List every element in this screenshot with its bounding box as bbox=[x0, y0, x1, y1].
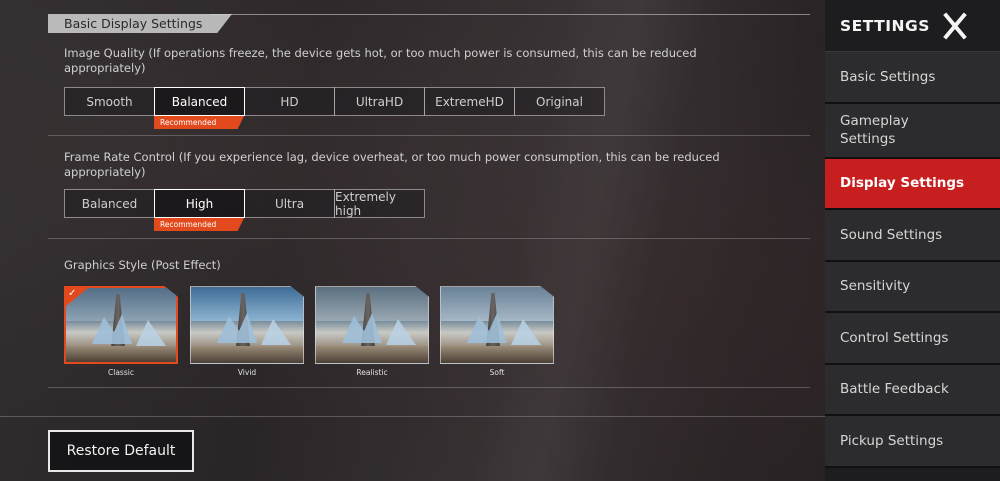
sidebar-item-label: Pickup Settings bbox=[840, 432, 944, 449]
sidebar-item-display-settings[interactable]: Display Settings bbox=[825, 158, 1000, 210]
sidebar-item-basic-settings[interactable]: Basic Settings bbox=[825, 52, 1000, 104]
sidebar-item-label: Sensitivity bbox=[840, 278, 911, 295]
image-quality-option-original[interactable]: Original bbox=[514, 87, 605, 116]
recommended-badge: Recommended bbox=[154, 218, 244, 231]
thumb-label: Realistic bbox=[356, 368, 388, 377]
classic-preview-image: ✓ bbox=[64, 286, 178, 364]
section-title: Basic Display Settings bbox=[48, 14, 232, 33]
sidebar-item-sound-settings[interactable]: Sound Settings bbox=[825, 210, 1000, 262]
frame-rate-description: Frame Rate Control (If you experience la… bbox=[64, 150, 720, 179]
settings-sidebar: SETTINGS Basic Settings Gameplay Setting… bbox=[825, 0, 1000, 481]
sidebar-title: SETTINGS bbox=[840, 16, 930, 35]
image-quality-option-ultrahd[interactable]: UltraHD bbox=[334, 87, 425, 116]
image-quality-option-hd[interactable]: HD bbox=[244, 87, 335, 116]
sidebar-item-label: Battle Feedback bbox=[840, 381, 949, 398]
sidebar-item-control-settings[interactable]: Control Settings bbox=[825, 313, 1000, 365]
display-settings-panel: Basic Display Settings Image Quality (If… bbox=[0, 0, 825, 481]
graphics-style-realistic[interactable]: Realistic bbox=[315, 286, 429, 377]
close-icon[interactable] bbox=[942, 13, 968, 39]
graphics-style-vivid[interactable]: Vivid bbox=[190, 286, 304, 377]
sidebar-item-label: Sound Settings bbox=[840, 226, 943, 243]
sidebar-item-pickup-settings[interactable]: Pickup Settings bbox=[825, 416, 1000, 468]
option-label: Balanced bbox=[171, 94, 228, 109]
soft-preview-image bbox=[440, 286, 554, 364]
divider bbox=[48, 135, 810, 136]
image-quality-option-smooth[interactable]: Smooth bbox=[64, 87, 155, 116]
graphics-style-label: Graphics Style (Post Effect) bbox=[64, 258, 221, 272]
vivid-preview-image bbox=[190, 286, 304, 364]
sidebar-header: SETTINGS bbox=[825, 0, 1000, 52]
thumb-label: Soft bbox=[489, 368, 505, 377]
sidebar-item-gameplay-settings[interactable]: Gameplay Settings bbox=[825, 103, 1000, 159]
frame-rate-option-high[interactable]: High Recommended bbox=[154, 189, 245, 231]
image-quality-options: Smooth Balanced Recommended HD UltraHD E… bbox=[64, 87, 605, 129]
frame-rate-option-extremely-high[interactable]: Extremely high bbox=[334, 189, 425, 218]
frame-rate-option-ultra[interactable]: Ultra bbox=[244, 189, 335, 218]
realistic-preview-image bbox=[315, 286, 429, 364]
sidebar-item-battle-feedback[interactable]: Battle Feedback bbox=[825, 364, 1000, 416]
image-quality-option-extremehd[interactable]: ExtremeHD bbox=[424, 87, 515, 116]
graphics-style-classic[interactable]: ✓ Classic bbox=[64, 286, 178, 377]
recommended-badge: Recommended bbox=[154, 116, 244, 129]
header-line bbox=[210, 14, 810, 15]
divider bbox=[48, 238, 810, 239]
sidebar-item-label: Display Settings bbox=[840, 175, 965, 192]
sidebar-item-label: Control Settings bbox=[840, 329, 949, 346]
divider bbox=[48, 387, 810, 388]
thumb-label: Vivid bbox=[237, 368, 257, 377]
frame-rate-options: Balanced High Recommended Ultra Extremel… bbox=[64, 189, 425, 231]
sidebar-item-label: Basic Settings bbox=[840, 68, 936, 85]
image-quality-option-balanced[interactable]: Balanced Recommended bbox=[154, 87, 245, 129]
graphics-style-soft[interactable]: Soft bbox=[440, 286, 554, 377]
footer-line bbox=[0, 416, 825, 417]
sidebar-item-label: Gameplay Settings bbox=[840, 113, 909, 147]
restore-default-button[interactable]: Restore Default bbox=[48, 430, 194, 472]
thumb-label: Classic bbox=[108, 368, 134, 377]
sidebar-item-sensitivity[interactable]: Sensitivity bbox=[825, 261, 1000, 313]
image-quality-description: Image Quality (If operations freeze, the… bbox=[64, 46, 697, 75]
frame-rate-option-balanced[interactable]: Balanced bbox=[64, 189, 155, 218]
option-label: High bbox=[185, 196, 214, 211]
